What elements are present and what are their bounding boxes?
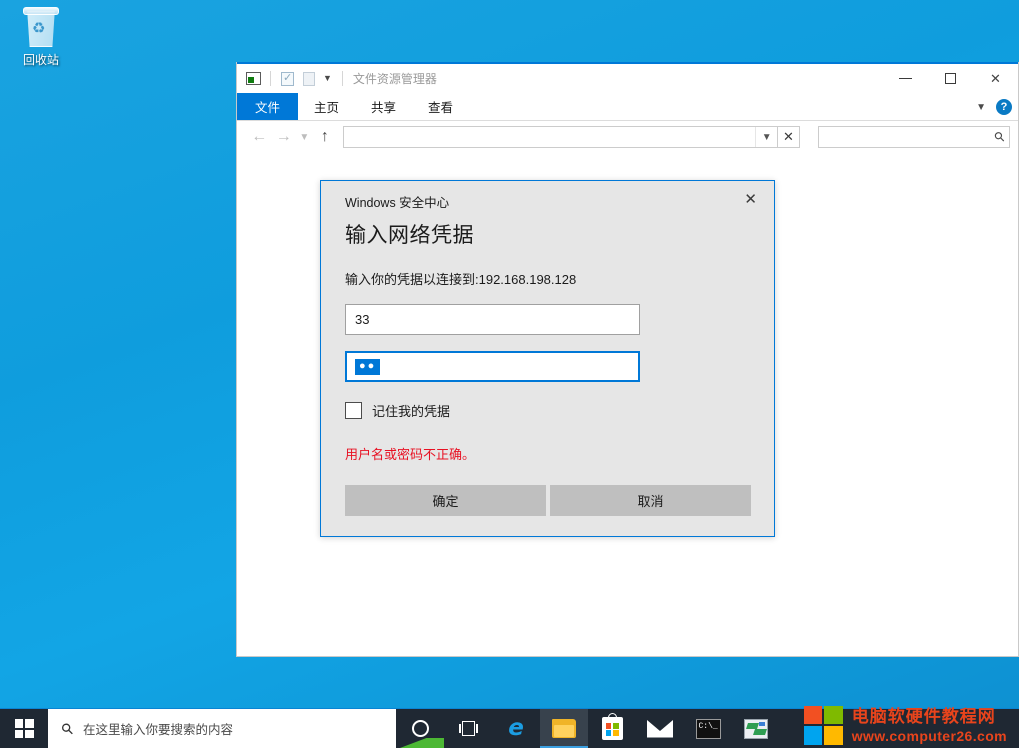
recycle-bin-icon: ♻ xyxy=(19,6,63,50)
forward-button[interactable]: → xyxy=(272,125,297,149)
chevron-down-icon[interactable]: ▼ xyxy=(755,127,777,147)
watermark-url: www.computer26.com xyxy=(851,727,1007,744)
task-view-icon xyxy=(458,721,478,736)
properties-icon[interactable] xyxy=(279,70,296,87)
address-input[interactable]: ▼ xyxy=(343,126,779,148)
stop-refresh-button[interactable]: ✕ xyxy=(778,126,800,148)
quick-access-toolbar[interactable]: ▼ xyxy=(237,70,347,87)
cortana-icon xyxy=(411,720,429,737)
ribbon-tab-bar[interactable]: 文件 主页 共享 查看 ▼ ? xyxy=(237,93,1018,121)
start-button[interactable] xyxy=(0,709,48,748)
search-box[interactable]: ⚲ xyxy=(817,126,1011,148)
dialog-header: Windows 安全中心 ✕ xyxy=(321,181,774,211)
chevron-down-icon[interactable]: ▼ xyxy=(976,102,986,113)
search-icon: ⚲ xyxy=(57,718,78,739)
username-value: 33 xyxy=(355,312,370,327)
ok-button[interactable]: 确定 xyxy=(345,485,546,516)
desktop: ♻ 回收站 ▼ 文件资源管理器 ✕ 文件 主页 共享 xyxy=(0,0,1019,748)
tab-view[interactable]: 查看 xyxy=(412,93,469,120)
desktop-icon-recycle-bin[interactable]: ♻ 回收站 xyxy=(6,6,76,68)
edge-button[interactable]: e xyxy=(492,709,540,748)
remember-credentials-checkbox[interactable] xyxy=(345,402,362,419)
file-explorer-icon xyxy=(552,719,576,738)
remember-credentials-label: 记住我的凭据 xyxy=(372,404,451,419)
qat-divider xyxy=(270,71,271,86)
back-button[interactable]: ← xyxy=(247,125,272,149)
window-titlebar[interactable]: ▼ 文件资源管理器 ✕ xyxy=(237,62,1018,93)
tab-home[interactable]: 主页 xyxy=(298,93,355,120)
task-view-button[interactable] xyxy=(444,709,492,748)
windows-logo-icon xyxy=(803,705,843,745)
mail-button[interactable] xyxy=(636,709,684,748)
credential-dialog: Windows 安全中心 ✕ 输入网络凭据 输入你的凭据以连接到:192.168… xyxy=(320,180,775,537)
search-input[interactable] xyxy=(824,130,996,144)
microsoft-store-button[interactable] xyxy=(588,709,636,748)
taskbar-search-placeholder: 在这里输入你要搜索的内容 xyxy=(83,723,234,737)
password-field[interactable]: ●● xyxy=(345,351,640,382)
error-message: 用户名或密码不正确。 xyxy=(345,447,476,462)
cancel-button[interactable]: 取消 xyxy=(550,485,751,516)
new-folder-icon[interactable] xyxy=(300,70,317,87)
network-button[interactable] xyxy=(732,709,780,748)
tab-file[interactable]: 文件 xyxy=(237,93,299,120)
minimize-button[interactable] xyxy=(883,64,928,93)
tab-share[interactable]: 共享 xyxy=(355,93,412,120)
dialog-buttons[interactable]: 确定 取消 xyxy=(345,485,774,516)
maximize-button[interactable] xyxy=(928,64,973,93)
watermark: 电脑软硬件教程网 www.computer26.com xyxy=(798,702,1013,748)
edge-icon: e xyxy=(508,715,524,741)
username-field[interactable]: 33 xyxy=(345,304,640,335)
remember-credentials-row[interactable]: 记住我的凭据 xyxy=(345,401,774,420)
windows-logo-icon xyxy=(14,719,34,738)
mail-icon xyxy=(647,719,673,738)
address-bar-row[interactable]: ← → ▼ ↑ ▼ ✕ ⚲ xyxy=(237,121,1018,153)
watermark-title: 电脑软硬件教程网 xyxy=(851,706,996,726)
window-controls[interactable]: ✕ xyxy=(883,64,1018,93)
network-icon xyxy=(744,718,768,739)
file-explorer-button[interactable] xyxy=(540,709,588,748)
dialog-heading: 输入网络凭据 xyxy=(345,224,474,247)
close-icon[interactable]: ✕ xyxy=(741,192,760,207)
microsoft-store-icon xyxy=(601,713,623,740)
help-icon[interactable]: ? xyxy=(996,99,1012,115)
chevron-down-icon[interactable]: ▼ xyxy=(321,74,334,83)
dialog-subtitle: 输入你的凭据以连接到:192.168.198.128 xyxy=(345,272,577,287)
command-prompt-button[interactable]: C:\_ xyxy=(684,709,732,748)
password-value: ●● xyxy=(355,358,381,375)
command-prompt-icon: C:\_ xyxy=(695,718,721,739)
explorer-icon[interactable] xyxy=(245,70,262,87)
qat-divider-2 xyxy=(341,71,343,86)
recent-locations-icon[interactable]: ▼ xyxy=(296,125,313,149)
close-button[interactable]: ✕ xyxy=(973,64,1018,93)
window-title: 文件资源管理器 xyxy=(352,72,437,86)
recycle-bin-label: 回收站 xyxy=(22,53,59,67)
ribbon-right-controls[interactable]: ▼ ? xyxy=(976,93,1012,121)
taskbar-search-box[interactable]: ⚲ 在这里输入你要搜索的内容 xyxy=(48,709,396,748)
dialog-app-title: Windows 安全中心 xyxy=(345,196,450,210)
up-button[interactable]: ↑ xyxy=(313,125,338,149)
